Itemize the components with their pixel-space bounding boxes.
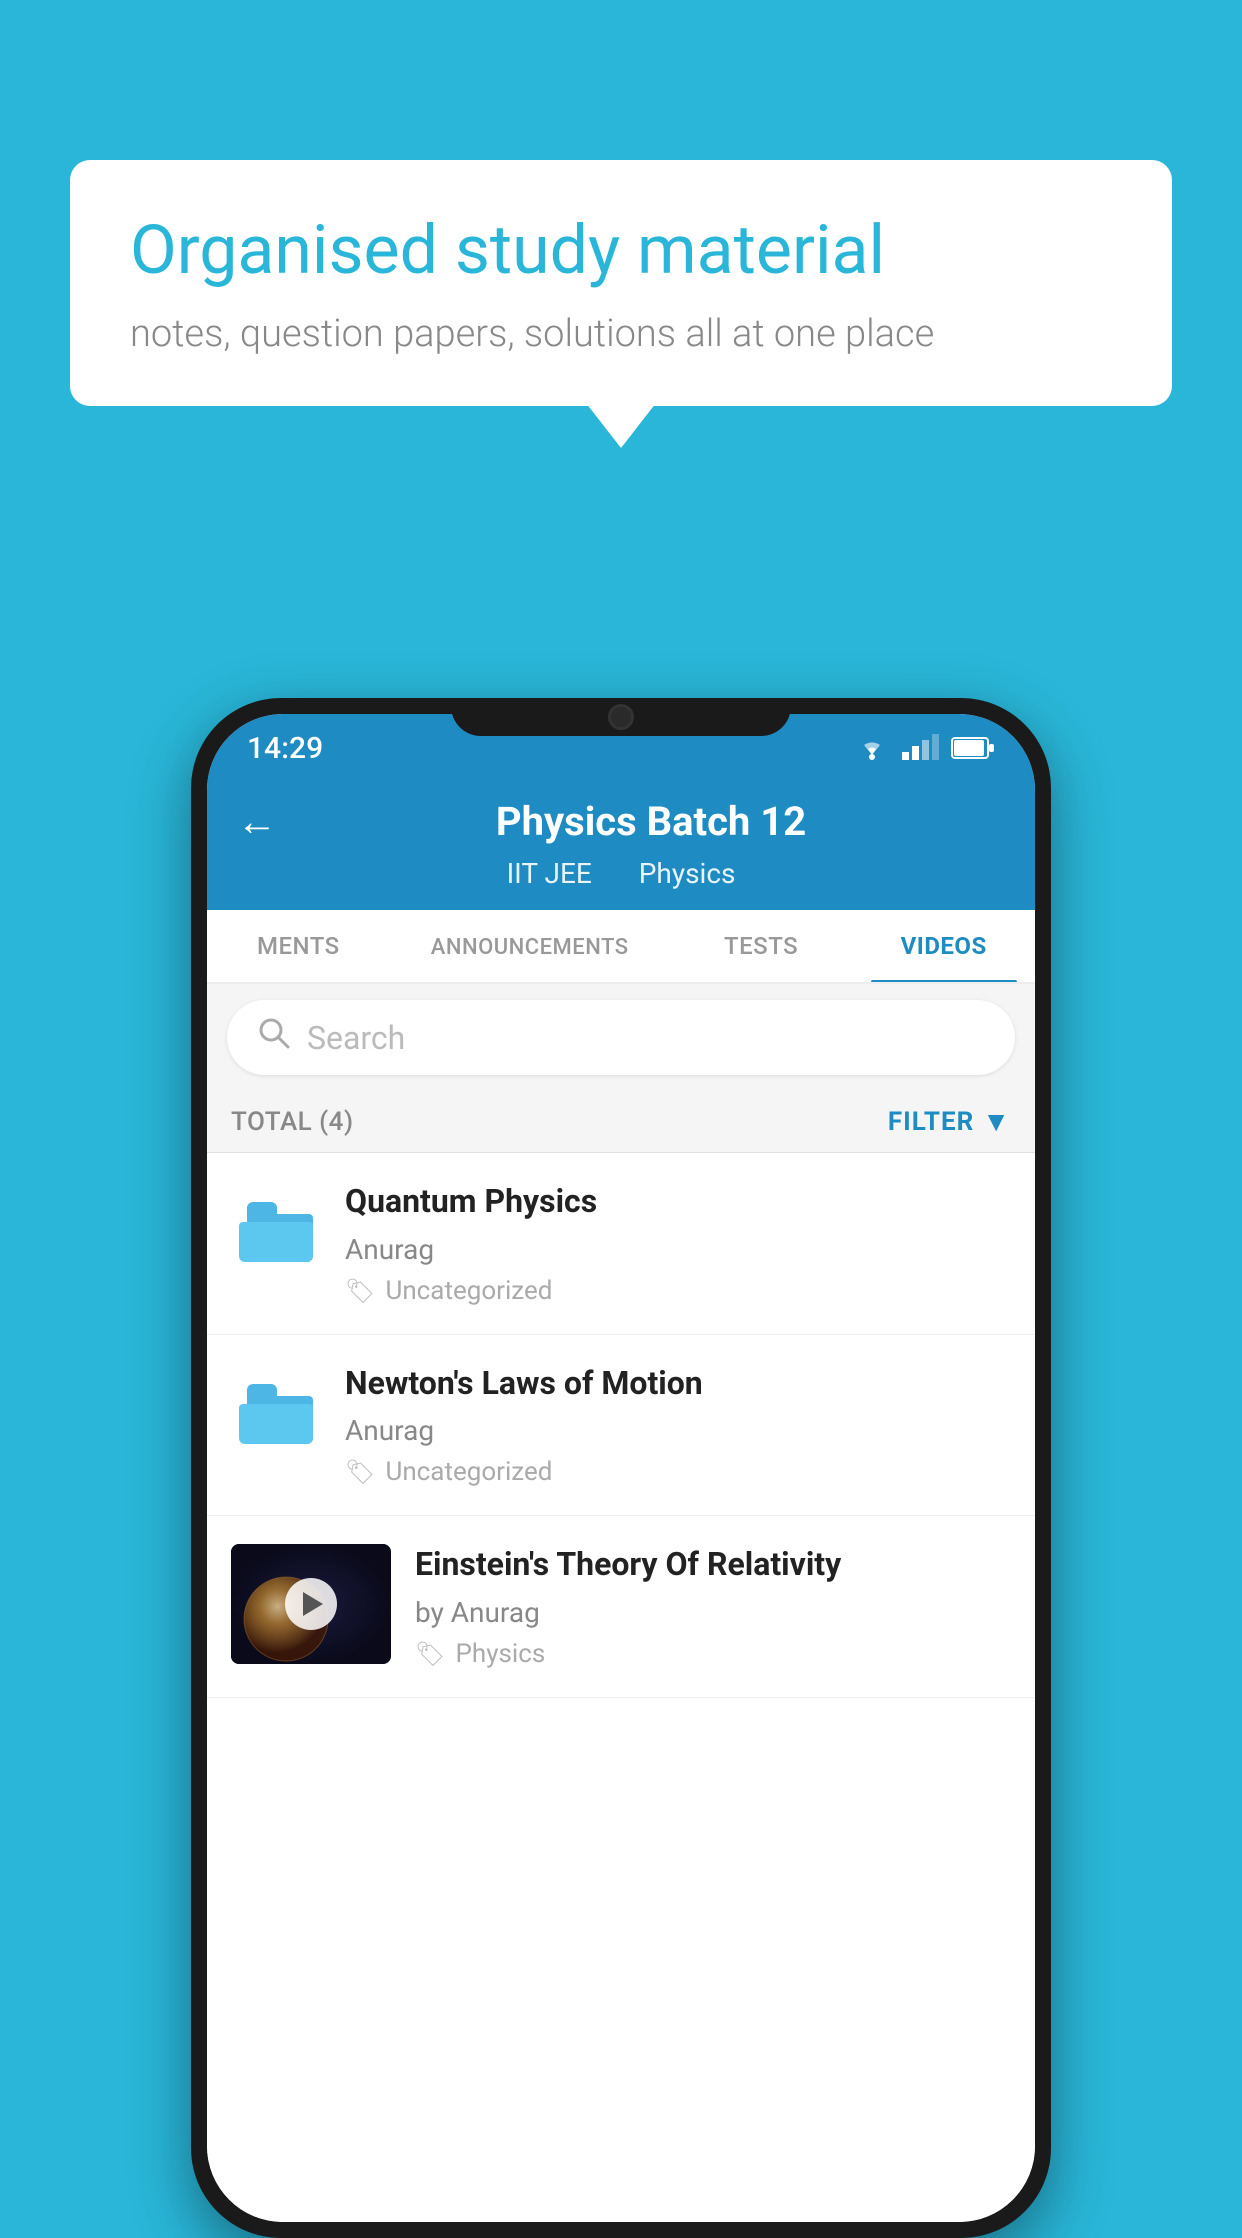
bubble-title: Organised study material xyxy=(130,210,1112,292)
video-title: Einstein's Theory Of Relativity xyxy=(415,1544,1011,1586)
app-bar-title: Physics Batch 12 xyxy=(297,798,1005,845)
subtitle-iitjee: IIT JEE xyxy=(507,857,592,890)
tabs-bar: MENTS ANNOUNCEMENTS TESTS VIDEOS xyxy=(207,910,1035,984)
play-triangle-icon xyxy=(303,1592,323,1616)
tab-ments[interactable]: MENTS xyxy=(207,910,390,982)
tab-announcements[interactable]: ANNOUNCEMENTS xyxy=(390,910,670,982)
phone-screen: 14:29 xyxy=(207,714,1035,2222)
bubble-subtitle: notes, question papers, solutions all at… xyxy=(130,312,1112,356)
phone-notch xyxy=(451,698,791,736)
thumbnail-image xyxy=(231,1544,391,1664)
signal-icon xyxy=(902,736,939,760)
search-bar-wrap: Search xyxy=(207,984,1035,1091)
video-info: Quantum Physics Anurag 🏷 Uncategorized xyxy=(345,1181,1011,1306)
tag-icon: 🏷 xyxy=(415,1640,445,1668)
video-thumbnail xyxy=(231,1544,391,1664)
search-placeholder[interactable]: Search xyxy=(307,1019,405,1057)
speech-bubble: Organised study material notes, question… xyxy=(70,160,1172,406)
tag-label: Uncategorized xyxy=(385,1276,552,1306)
phone-frame: 14:29 xyxy=(191,698,1051,2238)
folder-icon-wrap xyxy=(231,1187,321,1277)
video-title: Quantum Physics xyxy=(345,1181,1011,1223)
filter-row: TOTAL (4) FILTER ▼ xyxy=(207,1091,1035,1153)
camera-notch xyxy=(608,704,634,730)
video-title: Newton's Laws of Motion xyxy=(345,1363,1011,1405)
tag-label: Uncategorized xyxy=(385,1457,552,1487)
video-list: Quantum Physics Anurag 🏷 Uncategorized xyxy=(207,1153,1035,2222)
folder-icon xyxy=(239,1384,313,1444)
list-item[interactable]: Newton's Laws of Motion Anurag 🏷 Uncateg… xyxy=(207,1335,1035,1517)
list-item[interactable]: Quantum Physics Anurag 🏷 Uncategorized xyxy=(207,1153,1035,1335)
total-count: TOTAL (4) xyxy=(231,1107,354,1137)
video-tag: 🏷 Physics xyxy=(415,1639,1011,1669)
video-author: Anurag xyxy=(345,1414,1011,1447)
list-item[interactable]: Einstein's Theory Of Relativity by Anura… xyxy=(207,1516,1035,1698)
play-button[interactable] xyxy=(285,1578,337,1630)
folder-icon-wrap xyxy=(231,1369,321,1459)
filter-label: FILTER xyxy=(888,1107,974,1137)
app-bar: ← Physics Batch 12 IIT JEE Physics xyxy=(207,782,1035,910)
wifi-icon xyxy=(854,735,890,761)
back-button[interactable]: ← xyxy=(237,798,277,845)
folder-icon xyxy=(239,1202,313,1262)
status-icons xyxy=(854,735,995,761)
video-author: by Anurag xyxy=(415,1596,1011,1629)
tag-label: Physics xyxy=(455,1639,545,1669)
battery-icon xyxy=(951,736,995,760)
video-tag: 🏷 Uncategorized xyxy=(345,1457,1011,1487)
search-icon xyxy=(257,1016,291,1059)
video-author: Anurag xyxy=(345,1233,1011,1266)
video-info: Newton's Laws of Motion Anurag 🏷 Uncateg… xyxy=(345,1363,1011,1488)
tag-icon: 🏷 xyxy=(345,1277,375,1305)
status-time: 14:29 xyxy=(247,731,323,766)
app-bar-top: ← Physics Batch 12 xyxy=(237,798,1005,845)
tag-icon: 🏷 xyxy=(345,1458,375,1486)
video-info: Einstein's Theory Of Relativity by Anura… xyxy=(415,1544,1011,1669)
filter-icon: ▼ xyxy=(982,1105,1011,1138)
tab-videos[interactable]: VIDEOS xyxy=(852,910,1035,982)
filter-button[interactable]: FILTER ▼ xyxy=(888,1105,1011,1138)
search-bar[interactable]: Search xyxy=(227,1000,1015,1075)
app-bar-subtitle: IIT JEE Physics xyxy=(237,857,1005,890)
video-tag: 🏷 Uncategorized xyxy=(345,1276,1011,1306)
tab-tests[interactable]: TESTS xyxy=(670,910,853,982)
speech-bubble-wrapper: Organised study material notes, question… xyxy=(70,160,1172,406)
subtitle-physics: Physics xyxy=(639,857,736,890)
